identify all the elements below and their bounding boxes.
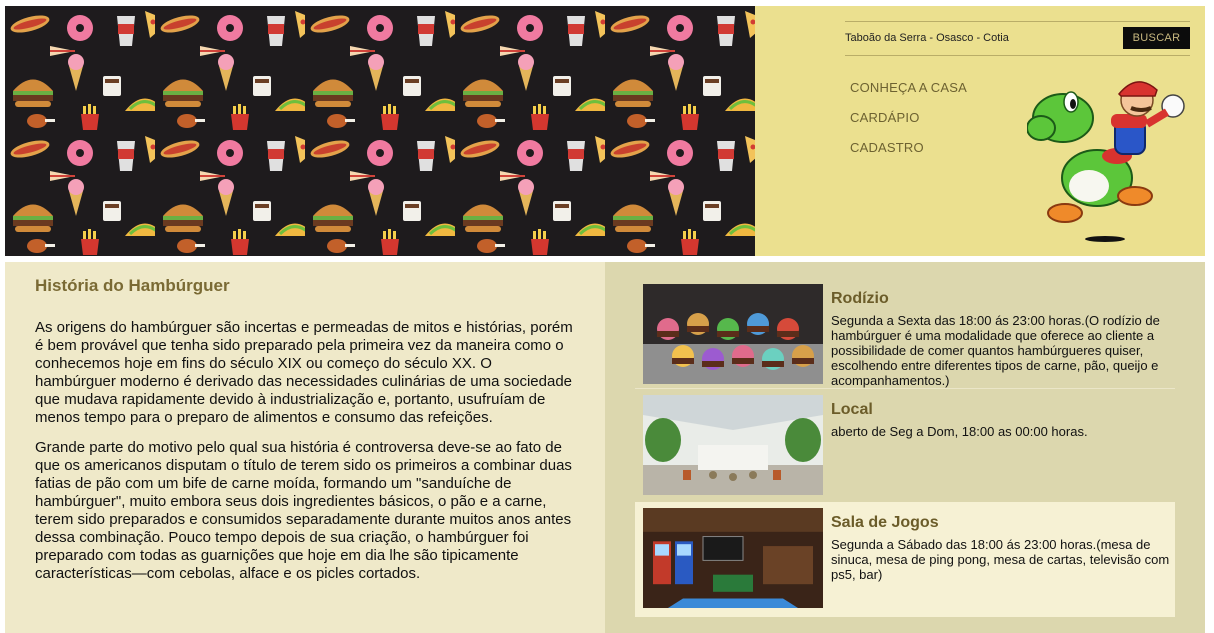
history-paragraph: Grande parte do motivo pelo qual sua his… — [35, 439, 572, 582]
card-rodizio[interactable]: Rodízio Segunda a Sexta das 18:00 ás 23:… — [635, 278, 1175, 389]
card-title: Rodízio — [831, 290, 889, 307]
card-text: Segunda a Sábado das 18:00 ás 23:00 hora… — [831, 537, 1170, 582]
card-title: Local — [831, 401, 873, 418]
info-cards: Rodízio Segunda a Sexta das 18:00 ás 23:… — [635, 278, 1175, 617]
nav-item-cardapio[interactable]: CARDÁPIO — [850, 110, 967, 140]
local-photo — [643, 395, 823, 495]
main-nav: CONHEÇA A CASA CARDÁPIO CADASTRO — [850, 80, 967, 170]
nav-item-conheca-a-casa[interactable]: CONHEÇA A CASA — [850, 80, 967, 110]
history-section: História do Hambúrguer As origens do ham… — [5, 262, 605, 633]
history-title: História do Hambúrguer — [35, 276, 230, 295]
search-button[interactable]: BUSCAR — [1123, 27, 1190, 49]
history-paragraph: As origens do hambúrguer são incertas e … — [35, 319, 573, 426]
card-sala-de-jogos[interactable]: Sala de Jogos Segunda a Sábado das 18:00… — [635, 502, 1175, 617]
mario-yoshi-icon — [1027, 81, 1185, 242]
card-title: Sala de Jogos — [831, 514, 939, 531]
content-area: História do Hambúrguer As origens do ham… — [5, 262, 1205, 633]
card-text: Segunda a Sexta das 18:00 ás 23:00 horas… — [831, 313, 1160, 388]
card-text: aberto de Seg a Dom, 18:00 as 00:00 hora… — [831, 424, 1088, 439]
food-pattern-banner — [5, 6, 755, 256]
top-bar: Taboão da Serra - Osasco - Cotia BUSCAR — [845, 21, 1190, 56]
card-local[interactable]: Local aberto de Seg a Dom, 18:00 as 00:0… — [635, 389, 1175, 502]
city-list: Taboão da Serra - Osasco - Cotia — [845, 32, 1009, 44]
nav-item-cadastro[interactable]: CADASTRO — [850, 140, 967, 170]
game-room-photo — [643, 508, 823, 608]
header-panel: Taboão da Serra - Osasco - Cotia BUSCAR … — [755, 6, 1205, 256]
rodizio-photo — [643, 284, 823, 384]
